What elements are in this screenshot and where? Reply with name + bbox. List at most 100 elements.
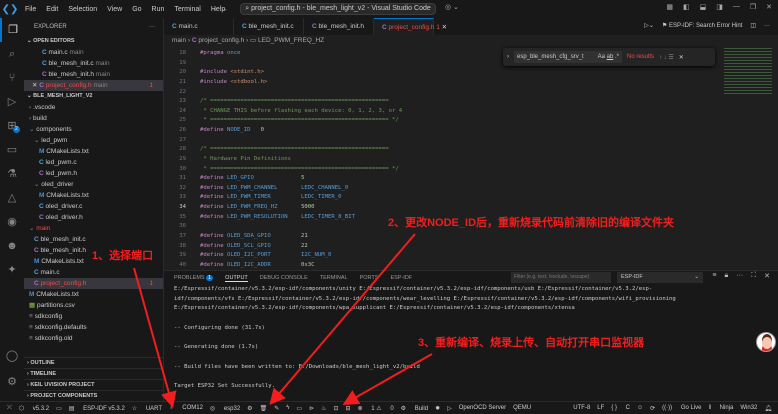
debug-icon[interactable]: ⊳ — [309, 405, 314, 412]
close-icon[interactable]: ✕ — [766, 3, 772, 11]
tree-item[interactable]: ≡ sdkconfig.old — [24, 333, 163, 344]
command-center[interactable]: ⌕ project_config.h - ble_mesh_light_v2 -… — [240, 3, 436, 15]
maximize-panel-icon[interactable]: ⛶ — [751, 272, 756, 280]
bug-icon[interactable]: ✹ — [435, 405, 440, 412]
tree-item[interactable]: ≡ sdkconfig — [24, 311, 163, 322]
menu-view[interactable]: View — [107, 6, 122, 13]
menu-run[interactable]: Run — [152, 6, 165, 13]
tree-item[interactable]: M CMakeLists.txt — [24, 190, 163, 201]
nav-back-forward-icon[interactable]: ← → — [212, 6, 228, 13]
tree-item[interactable]: ⌄ led_pwm — [24, 135, 163, 146]
open-editor-item[interactable]: C ble_mesh_init.h main — [24, 69, 163, 80]
menu-go[interactable]: Go — [132, 6, 141, 13]
notifications-icon[interactable]: 🔔︎ — [764, 405, 772, 412]
panel-tab-esp-idf[interactable]: ESP-IDF — [390, 275, 412, 281]
toggle-panel-icon[interactable]: ⬓ — [700, 3, 707, 11]
editor-tab[interactable]: C main.c — [164, 18, 234, 35]
flash-bolt-icon[interactable]: ϟ — [286, 405, 289, 411]
tree-item[interactable]: C led_pwm.h — [24, 168, 163, 179]
open-editor-item[interactable]: C main.c main — [24, 47, 163, 58]
run-icon[interactable]: ▷⌄ — [644, 18, 654, 35]
panel-tab-debug-console[interactable]: DEBUG CONSOLE — [260, 275, 308, 281]
output-filter-input[interactable]: Filter (e.g. text, !exclude, \escape) — [511, 272, 611, 283]
terminal-icon[interactable]: ⊡ — [334, 405, 339, 412]
python-icon[interactable]: ✦ — [0, 258, 24, 282]
open-editor-item[interactable]: C ble_mesh_init.c main — [24, 58, 163, 69]
assistant-avatar[interactable] — [756, 332, 776, 352]
open-editors-section[interactable]: ⌄ OPEN EDITORS — [24, 36, 163, 47]
esp-hint-button[interactable]: ⚑ ESP-IDF: Search Error Hint — [662, 18, 742, 35]
launch-icon[interactable]: ▷ — [447, 405, 452, 412]
remote-explorer-icon[interactable]: ▭ — [0, 138, 24, 162]
cmake-build-button[interactable]: ⚙ Build — [401, 405, 428, 412]
menu-edit[interactable]: Edit — [46, 6, 58, 13]
source-control-icon[interactable]: ⑂ — [0, 66, 24, 90]
problems-indicator[interactable]: ⊗ 1 ⚠ 0 — [358, 405, 394, 412]
toggle-replace-icon[interactable]: › — [507, 54, 509, 60]
copilot-status-icon[interactable]: ☺ — [637, 405, 643, 412]
regex-toggle[interactable]: .* — [615, 54, 619, 60]
panel-tab-output[interactable]: OUTPUT — [225, 275, 248, 282]
copilot-icon[interactable]: ◎ ⌄ — [445, 3, 459, 11]
close-icon[interactable]: ✕ — [32, 82, 37, 89]
tree-item[interactable]: M CMakeLists.txt — [24, 146, 163, 157]
sidebar-section[interactable]: › KEIL UVISION PROJECT — [24, 379, 163, 390]
sidebar-section[interactable]: › OUTLINE — [24, 357, 163, 368]
tree-item[interactable]: C led_pwm.c — [24, 157, 163, 168]
eol[interactable]: LF — [597, 405, 604, 412]
minimize-icon[interactable]: — — [733, 3, 740, 11]
tree-item[interactable]: C main.c — [24, 267, 163, 278]
find-close-icon[interactable]: ✕ — [679, 54, 684, 61]
sync-icon[interactable]: ⟳ — [650, 405, 655, 412]
remote-icon[interactable]: ⤫ — [7, 405, 12, 412]
split-editor-icon[interactable]: ◫ — [750, 18, 756, 35]
tree-item[interactable]: ⌄ main — [24, 223, 163, 234]
tree-item[interactable]: C ble_mesh_init.c — [24, 234, 163, 245]
close-tab-icon[interactable]: ✕ — [442, 24, 447, 31]
whole-word-toggle[interactable]: ab — [607, 54, 614, 60]
tree-item[interactable]: › build — [24, 113, 163, 124]
tree-item[interactable]: ▦ partitions.csv — [24, 300, 163, 311]
tree-item[interactable]: C project_config.h 1 — [24, 278, 163, 289]
settings-gear-icon[interactable]: ⚙ — [0, 370, 24, 394]
clear-output-icon[interactable]: ≡ — [712, 272, 716, 280]
platformio-icon[interactable]: ☻ — [0, 234, 24, 258]
sidebar-section[interactable]: › PROJECT COMPONENTS — [24, 390, 163, 401]
port-select[interactable]: ♁ COM12 — [169, 405, 203, 411]
account-icon[interactable]: ◯ — [0, 344, 24, 368]
extensions-icon[interactable]: ⊞ 2 — [0, 114, 24, 138]
more-icon[interactable]: ··· — [736, 272, 743, 280]
search-icon[interactable]: ⌕ — [0, 42, 24, 66]
idf-version[interactable]: ⬡ v5.3.2 — [19, 405, 49, 412]
espressif-icon[interactable]: ◉ — [0, 210, 24, 234]
editor-tab[interactable]: C ble_mesh_init.h — [304, 18, 374, 35]
tree-item[interactable]: ≡ sdkconfig.defaults — [24, 322, 163, 333]
encoding[interactable]: UTF-8 — [573, 405, 590, 412]
tree-item[interactable]: C oled_driver.h — [24, 212, 163, 223]
find-prev-next-icon[interactable]: ↑ ↓ ☰ — [659, 54, 674, 61]
explorer-icon[interactable]: ❐ — [0, 18, 24, 42]
output-channel-select[interactable]: ESP-IDF ⌄ — [617, 272, 703, 283]
cmake-icon[interactable]: △ — [0, 186, 24, 210]
more-icon[interactable]: ··· — [764, 18, 770, 35]
breadcrumb-file[interactable]: project_config.h — [198, 37, 244, 44]
tree-item[interactable]: C oled_driver.c — [24, 201, 163, 212]
language-mode[interactable]: { } C — [611, 405, 630, 412]
tree-item[interactable]: M CMakeLists.txt — [24, 289, 163, 300]
breadcrumb-symbol[interactable]: LED_PWM_FREQ_HZ — [258, 37, 324, 44]
run-debug-icon[interactable]: ▷ — [0, 90, 24, 114]
tree-item[interactable]: ⌄ oled_driver — [24, 179, 163, 190]
lock-scroll-icon[interactable]: 🔒︎ — [724, 272, 728, 280]
go-live-button[interactable]: ((·)) Go Live — [662, 405, 701, 412]
panel-tab-ports[interactable]: PORTS — [360, 275, 379, 281]
toggle-secondary-icon[interactable]: ◨ — [716, 3, 723, 11]
menu-terminal[interactable]: Terminal — [174, 6, 200, 13]
more-actions-icon[interactable]: ··· — [149, 18, 155, 36]
minimap[interactable] — [724, 46, 772, 96]
custom-task-icon[interactable]: ⊟ — [346, 405, 351, 412]
menu-selection[interactable]: Selection — [68, 6, 97, 13]
editor-tab[interactable]: C ble_mesh_init.c — [234, 18, 304, 35]
panel-tab-terminal[interactable]: TERMINAL — [320, 275, 348, 281]
openocd-button[interactable]: OpenOCD Server — [459, 405, 506, 411]
open-editor-item[interactable]: ✕ C project_config.h main 1 — [24, 80, 163, 91]
